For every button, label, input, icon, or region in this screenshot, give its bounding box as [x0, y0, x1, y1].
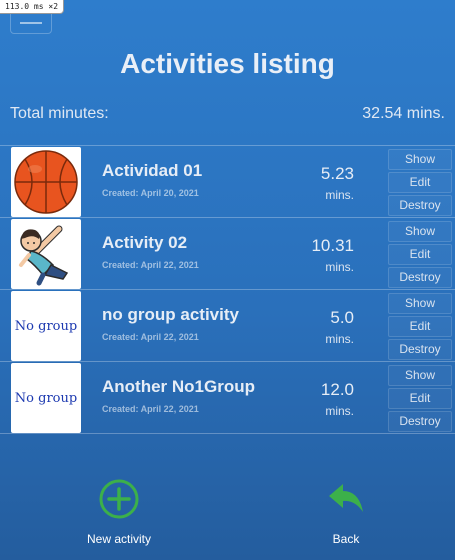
render-time-value: 113.0: [5, 2, 30, 11]
new-activity-button[interactable]: New activity: [59, 478, 179, 546]
back-button[interactable]: Back: [286, 478, 406, 546]
activity-image: No group: [11, 291, 81, 361]
activity-actions: Show Edit Destroy: [388, 149, 452, 218]
edit-button[interactable]: Edit: [388, 172, 452, 193]
render-time-scale: ×2: [48, 2, 59, 11]
no-group-placeholder: No group: [14, 390, 78, 406]
basketball-icon: [14, 150, 78, 214]
plus-circle-icon: [99, 479, 139, 519]
show-button[interactable]: Show: [388, 149, 452, 170]
activity-image: [11, 147, 81, 217]
activity-actions: Show Edit Destroy: [388, 293, 452, 362]
activity-row: No group Another No1Group Created: April…: [0, 362, 455, 434]
total-minutes-label: Total minutes:: [10, 105, 109, 122]
destroy-button[interactable]: Destroy: [388, 339, 452, 360]
activity-name[interactable]: Another No1Group: [102, 377, 255, 397]
activity-name[interactable]: no group activity: [102, 305, 239, 325]
activity-row: Activity 02 Created: April 22, 2021 10.3…: [0, 218, 455, 290]
activity-minutes: 10.31: [311, 236, 354, 255]
activity-actions: Show Edit Destroy: [388, 221, 452, 290]
total-minutes-value: 32.54 mins.: [362, 105, 445, 122]
activity-image: [11, 219, 81, 289]
total-minutes-row: Total minutes: 32.54 mins.: [0, 105, 455, 127]
activity-actions: Show Edit Destroy: [388, 365, 452, 434]
render-time-unit: ms: [33, 2, 44, 11]
activity-created-date: Created: April 22, 2021: [102, 332, 199, 342]
activity-row: No group no group activity Created: Apri…: [0, 290, 455, 362]
activity-created-date: Created: April 20, 2021: [102, 188, 199, 198]
hamburger-icon: [20, 22, 42, 24]
activity-name[interactable]: Actividad 01: [102, 161, 202, 181]
render-time-badge: 113.0 ms ×2: [0, 0, 65, 14]
activity-image: No group: [11, 363, 81, 433]
edit-button[interactable]: Edit: [388, 244, 452, 265]
destroy-button[interactable]: Destroy: [388, 267, 452, 288]
activities-list: Actividad 01 Created: April 20, 2021 5.2…: [0, 145, 455, 434]
edit-button[interactable]: Edit: [388, 316, 452, 337]
back-label: Back: [332, 532, 360, 546]
page-title: Activities listing: [120, 48, 335, 79]
activity-row: Actividad 01 Created: April 20, 2021 5.2…: [0, 146, 455, 218]
new-activity-label: New activity: [86, 532, 151, 546]
activity-minutes-unit: mins.: [325, 260, 354, 274]
no-group-placeholder: No group: [14, 318, 78, 334]
activity-minutes: 12.0: [320, 380, 354, 399]
stretching-person-icon: [19, 225, 69, 286]
edit-button[interactable]: Edit: [388, 388, 452, 409]
show-button[interactable]: Show: [388, 365, 452, 386]
show-button[interactable]: Show: [388, 221, 452, 242]
activity-minutes: 5.0: [330, 308, 354, 327]
show-button[interactable]: Show: [388, 293, 452, 314]
activity-created-date: Created: April 22, 2021: [102, 260, 199, 270]
destroy-button[interactable]: Destroy: [388, 411, 452, 432]
back-arrow-icon: [329, 484, 363, 512]
activity-minutes-unit: mins.: [325, 404, 354, 418]
activity-minutes: 5.23: [320, 164, 354, 183]
destroy-button[interactable]: Destroy: [388, 195, 452, 216]
activity-name[interactable]: Activity 02: [102, 233, 187, 253]
activity-created-date: Created: April 22, 2021: [102, 404, 199, 414]
activity-minutes-unit: mins.: [325, 188, 354, 202]
activity-minutes-unit: mins.: [325, 332, 354, 346]
